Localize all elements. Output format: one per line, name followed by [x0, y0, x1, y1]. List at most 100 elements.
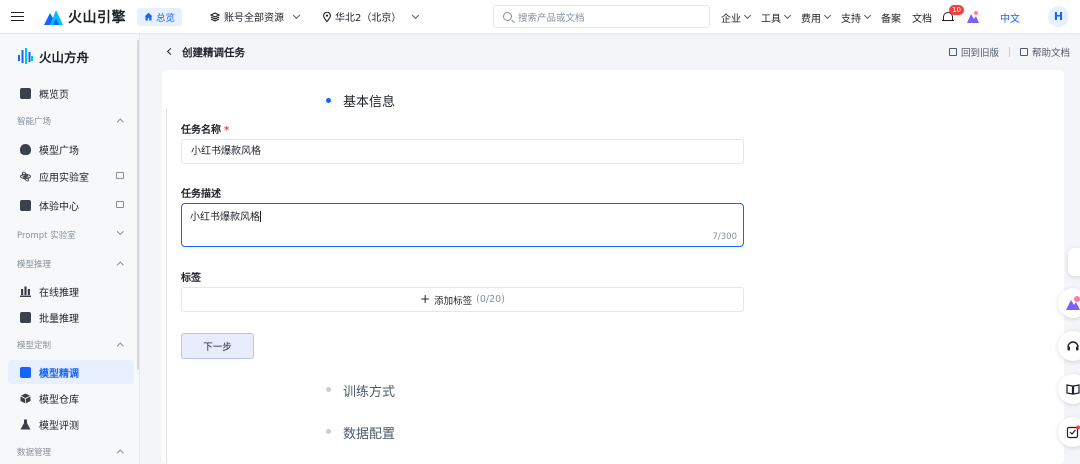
sidebar-item-batch-inference[interactable]: 批量推理 [8, 305, 134, 329]
monitor-icon [116, 172, 124, 179]
ai-assistant-button[interactable] [1058, 288, 1080, 318]
help-docs-link[interactable]: 帮助文档 [1019, 45, 1070, 59]
sidebar-item-model-repository[interactable]: 模型仓库 [8, 386, 134, 410]
account-scope-label: 账号全部资源 [224, 13, 285, 24]
experience-center-icon [20, 199, 31, 211]
tag-counter: (0/20) [476, 294, 505, 305]
sidebar-item-overview[interactable]: 概览页 [8, 81, 134, 105]
back-to-old-version-link[interactable]: 回到旧版 [948, 45, 999, 59]
sidebar-group-model-custom[interactable]: 模型定制 [8, 335, 134, 355]
docs-link[interactable]: 文档 [912, 10, 932, 25]
chevron-up-icon [116, 450, 123, 457]
task-name-input[interactable]: 小红书爆款风格 [181, 139, 744, 164]
sidebar-group-label: 智能广场 [17, 117, 52, 127]
task-name-label: 任务名称 * [181, 121, 229, 136]
menu-enterprise-label: 企业 [721, 13, 741, 25]
sidebar-item-online-inference[interactable]: 在线推理 [8, 279, 134, 303]
sidebar-item-model-square[interactable]: 模型广场 [8, 137, 134, 161]
feedback-button[interactable] [1058, 417, 1080, 447]
sidebar-logo[interactable]: 火山方舟 [0, 34, 139, 78]
task-name-label-text: 任务名称 [181, 125, 221, 136]
chevron-down-icon [292, 11, 301, 19]
region-label: 华北2（北京） [335, 13, 402, 24]
step-dot-inactive [326, 387, 331, 392]
next-step-button[interactable]: 下一步 [181, 333, 254, 359]
add-tag-button[interactable]: + 添加标签 (0/20) [181, 287, 744, 312]
chevron-down-icon [116, 228, 123, 235]
search-icon [503, 12, 512, 21]
sidebar-item-label: 模型广场 [39, 145, 79, 157]
sidebar-group-data-management[interactable]: 数据管理 [8, 442, 134, 462]
step-title-basic-info: 基本信息 [343, 95, 396, 110]
flask-icon [20, 419, 31, 429]
sidebar-group-label: 数据管理 [17, 448, 52, 458]
feedback-icon [1066, 425, 1080, 439]
docs-float-button[interactable] [1058, 374, 1080, 404]
user-avatar[interactable]: H [1048, 6, 1069, 27]
sidebar-scrollbar[interactable] [137, 40, 139, 370]
menu-tools[interactable]: 工具 [761, 10, 792, 25]
menu-icon[interactable] [0, 0, 34, 34]
tags-label: 标签 [181, 273, 201, 284]
menu-billing[interactable]: 费用 [801, 10, 832, 25]
text-caret [260, 211, 261, 222]
sidebar-item-label: 模型评测 [39, 420, 79, 432]
language-switch[interactable]: 中文 [1000, 10, 1020, 25]
chevron-up-icon [116, 262, 123, 269]
global-search-input[interactable]: 搜索产品或文档 [493, 5, 710, 28]
brand-logo[interactable]: 火山引擎 [44, 7, 126, 27]
account-resource-selector[interactable]: 账号全部资源 [210, 9, 301, 24]
sidebar-group-label: 模型推理 [17, 260, 52, 270]
sidebar-group-label: 模型定制 [17, 341, 52, 351]
sidebar-group-smart-square[interactable]: 智能广场 [8, 111, 134, 131]
chevron-down-icon [743, 11, 752, 20]
sidebar-item-model-finetune[interactable]: 模型精调 [8, 360, 134, 384]
sidebar-item-label: 应用实验室 [39, 172, 89, 184]
notification-bell-icon[interactable]: 10 [942, 5, 964, 23]
home-label: 总览 [156, 12, 176, 24]
task-description-value: 小红书爆款风格 [190, 212, 260, 223]
sidebar-item-model-evaluation[interactable]: 模型评测 [8, 412, 134, 436]
filing-link[interactable]: 备案 [881, 10, 901, 25]
required-mark: * [224, 125, 230, 136]
menu-billing-label: 费用 [801, 13, 821, 25]
docs-label: 文档 [912, 13, 932, 25]
sidebar-item-label: 在线推理 [39, 287, 79, 299]
stepper-line [166, 108, 167, 464]
step-dot-active [326, 98, 331, 103]
sidebar-group-prompt-lab[interactable]: Prompt 实验室 [8, 225, 134, 245]
finetune-icon [20, 366, 31, 378]
back-arrow-icon[interactable] [166, 47, 175, 56]
mascot-icon[interactable] [966, 10, 980, 24]
menu-enterprise[interactable]: 企业 [721, 10, 752, 25]
headset-icon [1067, 341, 1079, 351]
floating-edge-tab[interactable] [1068, 248, 1080, 276]
menu-support[interactable]: 支持 [841, 10, 872, 25]
sidebar-group-model-inference[interactable]: 模型推理 [8, 254, 134, 274]
switch-version-icon [948, 48, 957, 56]
content-card [162, 70, 1064, 464]
add-tag-label: 添加标签 [434, 295, 473, 307]
region-selector[interactable]: 华北2（北京） [323, 9, 420, 24]
page-title: 创建精调任务 [182, 47, 245, 59]
ark-logo-icon [18, 48, 33, 64]
chevron-down-icon [863, 11, 872, 20]
layers-icon [210, 11, 221, 22]
home-overview-button[interactable]: 总览 [137, 7, 183, 26]
char-counter: 7/300 [712, 232, 738, 242]
task-description-textarea[interactable]: 小红书爆款风格 7/300 [181, 203, 744, 247]
customer-service-button[interactable] [1058, 331, 1080, 361]
task-description-label: 任务描述 [181, 189, 221, 200]
sidebar-logo-text: 火山方舟 [39, 49, 90, 65]
sidebar-item-experience-center[interactable]: 体验中心 [8, 193, 134, 217]
divider [1008, 47, 1010, 57]
page-header: 创建精调任务 回到旧版 帮助文档 [141, 34, 1080, 70]
model-square-icon [20, 143, 31, 155]
step-title-data-config: 数据配置 [343, 427, 396, 442]
monitor-icon [116, 201, 124, 208]
app-lab-icon [20, 171, 31, 181]
sidebar-item-app-lab[interactable]: 应用实验室 [8, 164, 134, 188]
sidebar-item-label: 概览页 [39, 89, 69, 101]
help-docs-label: 帮助文档 [1031, 48, 1070, 59]
top-navigation-bar: 火山引擎 总览 账号全部资源 华北2（北京） 搜索产品或文档 企业 工具 费用 … [0, 0, 1080, 34]
